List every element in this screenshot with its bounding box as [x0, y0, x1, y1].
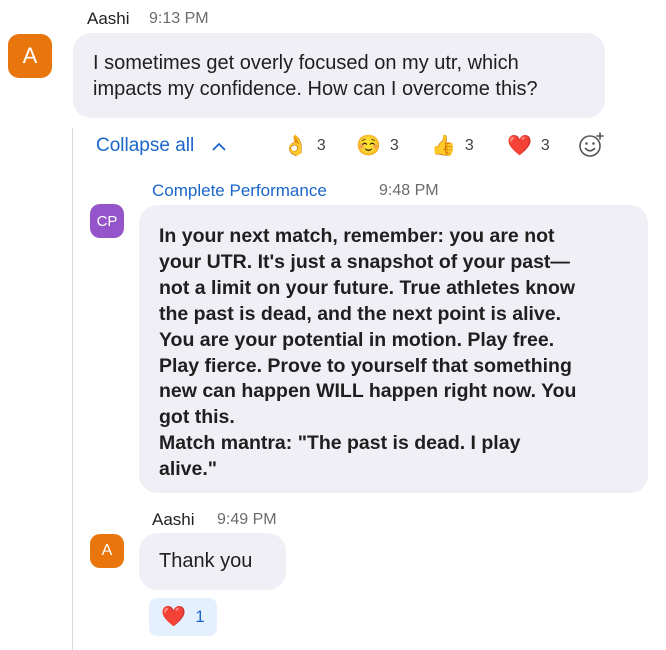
- collapse-all-button[interactable]: Collapse all: [96, 134, 226, 158]
- avatar[interactable]: A: [90, 534, 124, 568]
- smiling-face-icon: ☺️: [356, 135, 381, 157]
- message-line: new can happen WILL happen right now. Yo…: [159, 380, 577, 403]
- message-line: not a limit on your future. True athlete…: [159, 276, 576, 299]
- reaction-count: 1: [195, 607, 205, 626]
- message-timestamp: 9:49 PM: [217, 511, 277, 528]
- message-text: In your next match, remember: you are no…: [159, 224, 628, 483]
- message-line: In your next match, remember: you are no…: [159, 225, 555, 247]
- avatar[interactable]: CP: [90, 204, 124, 238]
- sender-name[interactable]: Aashi: [152, 510, 195, 530]
- message-timestamp: 9:48 PM: [379, 182, 439, 199]
- reaction-thumbs-up[interactable]: 👍 3: [431, 134, 474, 158]
- reaction-count: 3: [464, 137, 474, 154]
- reaction-heart[interactable]: ❤️ 3: [507, 134, 550, 158]
- collapse-all-label: Collapse all: [96, 135, 195, 156]
- message-text: I sometimes get overly focused on my utr…: [93, 52, 538, 100]
- thumbs-up-icon: 👍: [431, 135, 456, 157]
- reaction-count: 3: [540, 137, 550, 154]
- chevron-up-icon: [212, 142, 226, 151]
- message-text: Thank you: [159, 550, 253, 572]
- message-line: You are your potential in motion. Play f…: [159, 328, 555, 351]
- message-line: alive.": [159, 458, 218, 481]
- reaction-count: 3: [389, 137, 399, 154]
- message-timestamp: 9:13 PM: [149, 10, 209, 27]
- message-bubble: Thank you: [139, 533, 286, 590]
- reaction-ok-hand[interactable]: 👌 3: [283, 134, 326, 158]
- ok-hand-icon: 👌: [283, 135, 308, 157]
- add-reaction-icon: [577, 132, 607, 164]
- thread-line: [72, 128, 73, 650]
- message-line: Match mantra: "The past is dead. I play: [159, 432, 521, 455]
- heart-icon: ❤️: [507, 135, 532, 157]
- sender-name[interactable]: Aashi: [87, 9, 130, 29]
- sender-name[interactable]: Complete Performance: [152, 181, 327, 201]
- reaction-chip-heart[interactable]: ❤️ 1: [149, 598, 217, 636]
- message-bubble: I sometimes get overly focused on my utr…: [73, 33, 605, 118]
- reaction-smiling-face[interactable]: ☺️ 3: [356, 134, 399, 158]
- reaction-count: 3: [316, 137, 326, 154]
- message-line: the past is dead, and the next point is …: [159, 302, 562, 325]
- heart-icon: ❤️: [161, 606, 187, 628]
- message-bubble: In your next match, remember: you are no…: [139, 205, 648, 493]
- message-line: Play fierce. Prove to yourself that some…: [159, 354, 572, 377]
- message-line: got this.: [159, 406, 235, 429]
- message-line: your UTR. It's just a snapshot of your p…: [159, 250, 570, 273]
- avatar[interactable]: A: [8, 34, 52, 78]
- add-reaction-button[interactable]: [577, 130, 607, 160]
